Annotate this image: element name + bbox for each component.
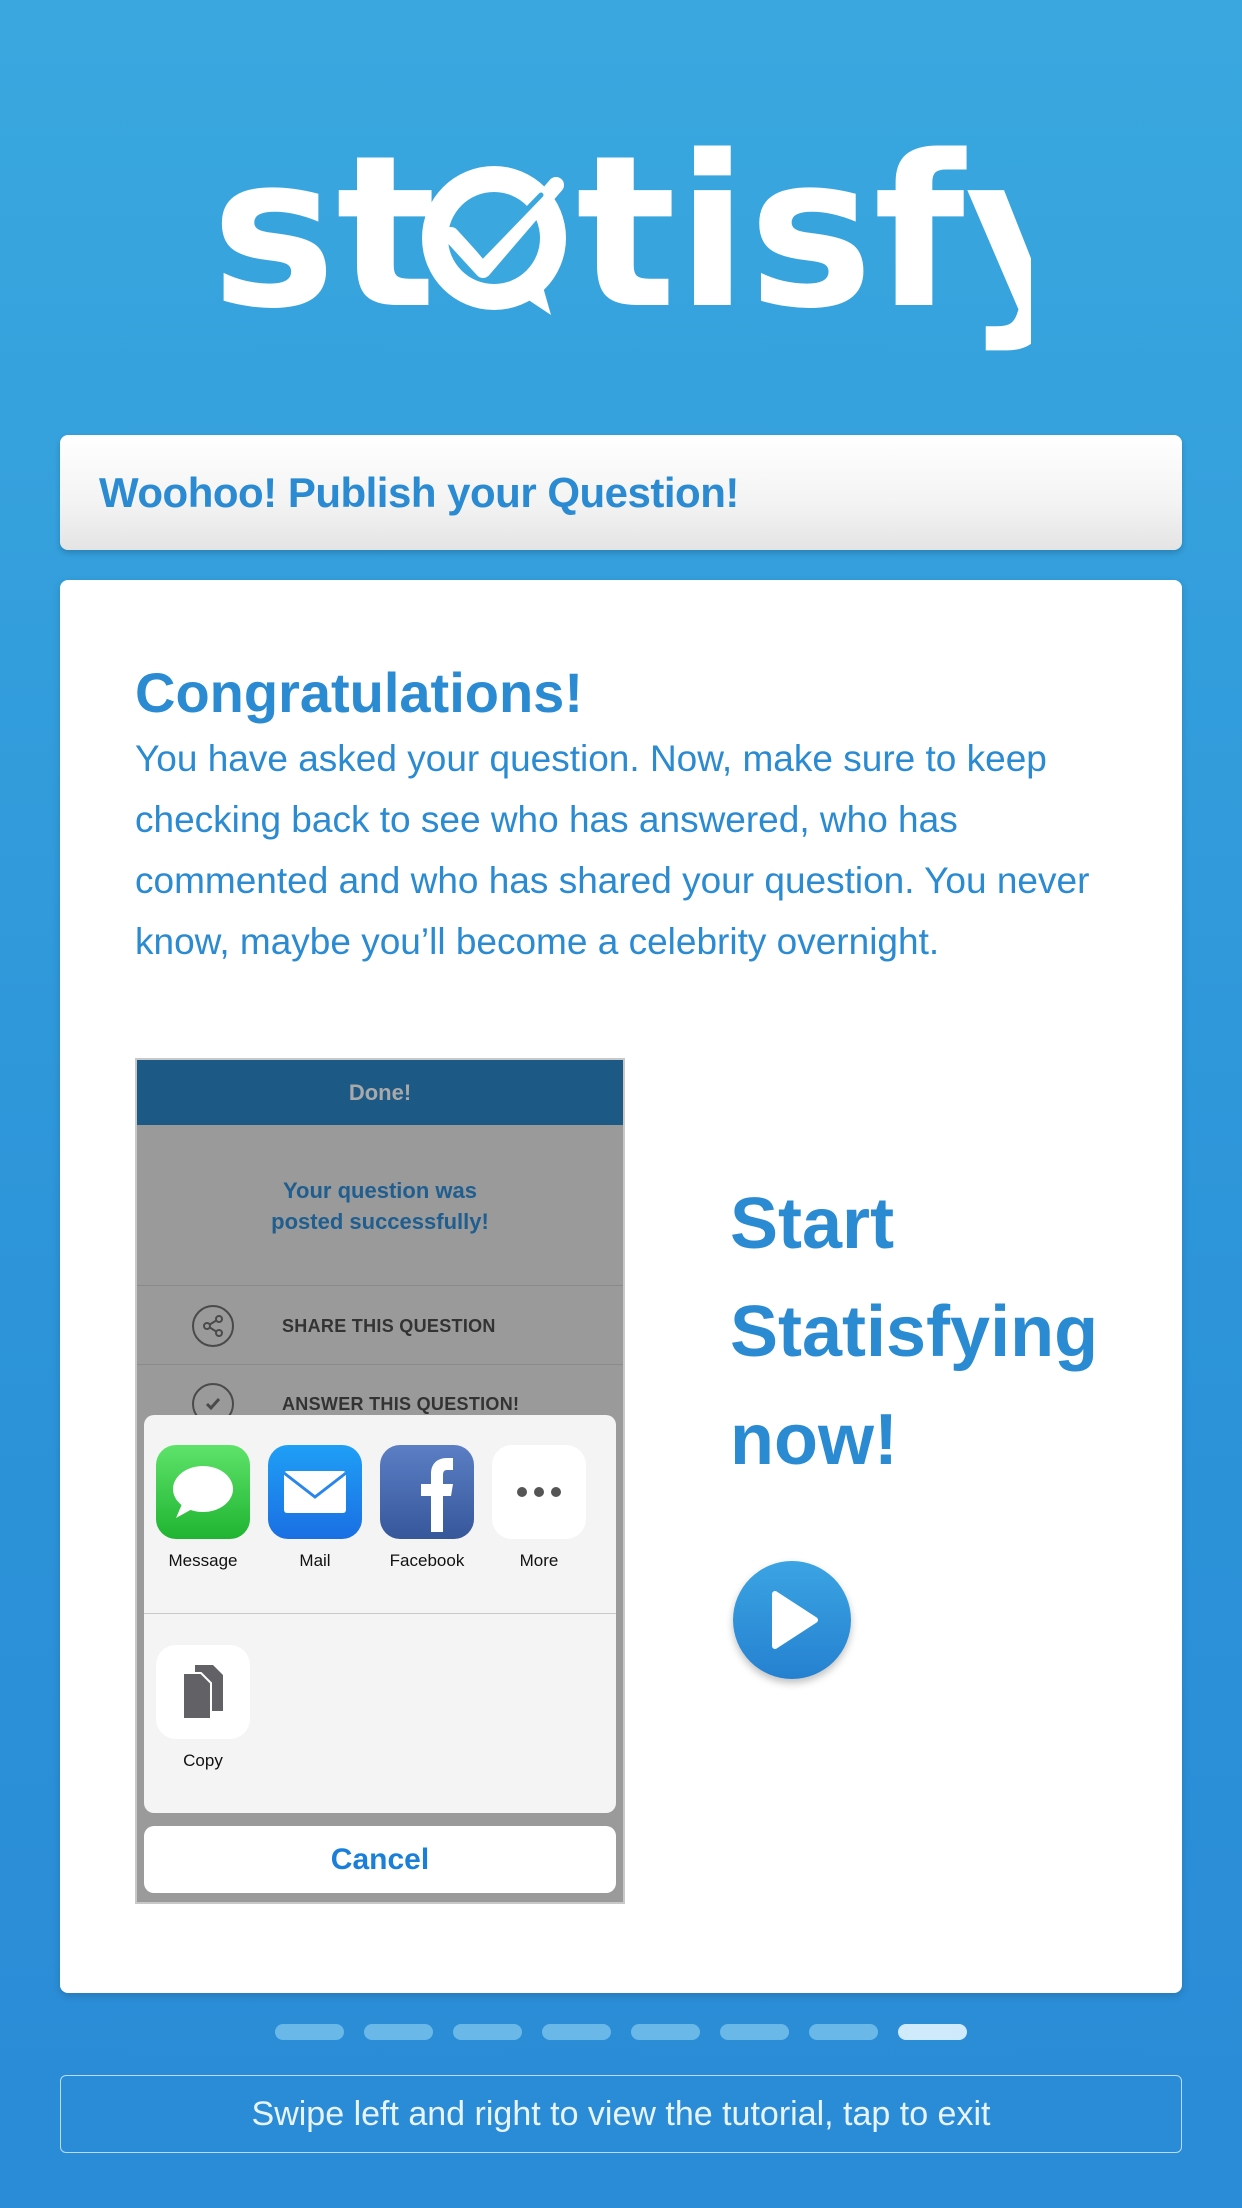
mockup-nav-title: Done!	[348, 1079, 412, 1105]
mockup-message-line1: Your question was	[283, 1178, 477, 1203]
share-app-label: Copy	[183, 1751, 223, 1770]
play-icon	[772, 1591, 818, 1649]
share-app-label: Facebook	[389, 1551, 465, 1570]
tutorial-card: Congratulations! You have asked your que…	[60, 580, 1182, 1993]
share-icon	[192, 1305, 234, 1347]
share-app-label: Mail	[299, 1551, 331, 1570]
phone-mockup: Done! Your question was posted successfu…	[135, 1058, 625, 1904]
more-icon	[492, 1445, 586, 1539]
statisfy-logo: st tisfy	[0, 110, 1242, 380]
page-title-bar: Woohoo! Publish your Question!	[60, 435, 1182, 550]
page-indicator	[275, 2024, 967, 2040]
cta-line: now!	[730, 1400, 898, 1480]
share-action-copy: Copy	[156, 1645, 250, 1771]
start-play-button[interactable]	[733, 1561, 851, 1679]
hint-text: Swipe left and right to view the tutoria…	[251, 2094, 991, 2133]
mockup-cancel-label: Cancel	[330, 1842, 430, 1876]
share-app-mail: Mail	[268, 1445, 362, 1571]
logo-text-tisfy: tisfy	[576, 110, 1031, 355]
page-dot[interactable]	[364, 2024, 433, 2040]
exit-tutorial-hint[interactable]: Swipe left and right to view the tutoria…	[60, 2075, 1182, 2153]
page-dot-active[interactable]	[898, 2024, 967, 2040]
mail-icon	[268, 1445, 362, 1539]
copy-icon	[156, 1645, 250, 1739]
share-app-label: Message	[168, 1551, 238, 1570]
mockup-row-share: SHARE THIS QUESTION	[137, 1288, 623, 1364]
mockup-message-line2: posted successfully!	[271, 1209, 489, 1234]
share-app-message: Message	[156, 1445, 250, 1571]
cta-line: Start	[730, 1184, 895, 1264]
page-dot[interactable]	[453, 2024, 522, 2040]
card-heading: Congratulations!	[135, 661, 583, 724]
card-body-text: You have asked your question. Now, make …	[135, 738, 1090, 962]
page-dot[interactable]	[542, 2024, 611, 2040]
mockup-success-message: Your question was posted successfully!	[137, 1175, 623, 1237]
page-dot[interactable]	[809, 2024, 878, 2040]
page-dot[interactable]	[275, 2024, 344, 2040]
message-icon	[156, 1445, 250, 1539]
cta-text: Start Statisfying now!	[730, 1170, 1150, 1494]
share-sheet: Message Mail Facebook More Copy	[144, 1415, 616, 1813]
mockup-row-label: ANSWER THIS QUESTION!	[282, 1393, 520, 1414]
page-dot[interactable]	[720, 2024, 789, 2040]
divider	[137, 1364, 623, 1365]
check-speech-bubble-icon	[422, 166, 566, 315]
share-app-facebook: Facebook	[380, 1445, 474, 1571]
facebook-icon	[380, 1445, 474, 1539]
mockup-cancel-button: Cancel	[144, 1826, 616, 1893]
page-dot[interactable]	[631, 2024, 700, 2040]
share-app-more: More	[492, 1445, 586, 1571]
cta-line: Statisfying	[730, 1292, 1099, 1372]
divider	[137, 1285, 623, 1286]
mockup-nav-bar: Done!	[137, 1060, 623, 1125]
share-app-label: More	[519, 1551, 559, 1570]
logo-text-st: st	[211, 110, 436, 355]
page-title: Woohoo! Publish your Question!	[99, 468, 739, 516]
mockup-row-label: SHARE THIS QUESTION	[282, 1315, 496, 1336]
divider	[144, 1613, 616, 1614]
